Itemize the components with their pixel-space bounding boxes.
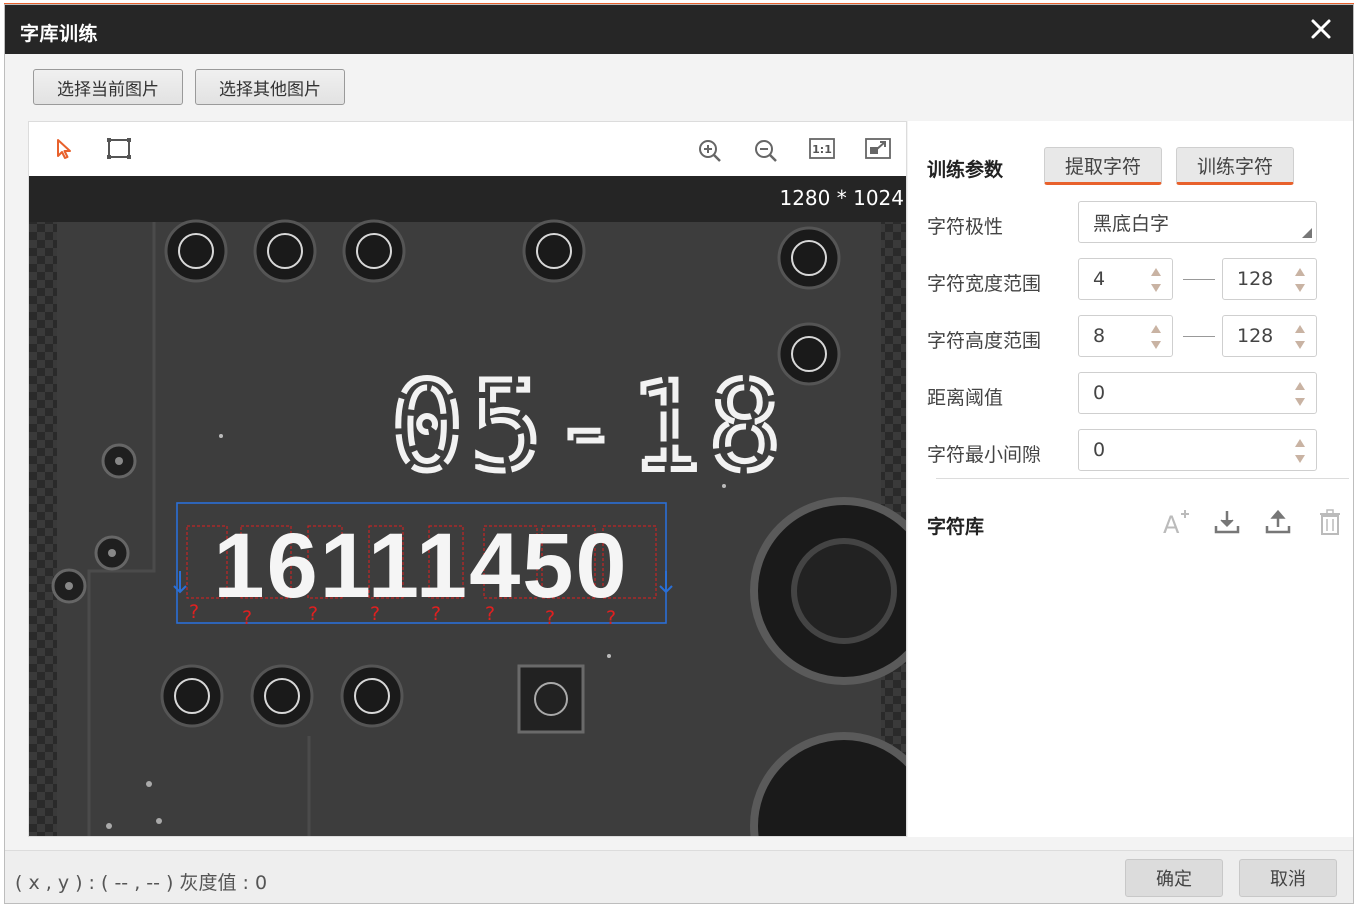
unknown-mark: ?: [545, 607, 555, 629]
train-chars-button[interactable]: 训练字符: [1176, 147, 1294, 185]
min-gap-label: 字符最小间隙: [927, 444, 1042, 466]
unknown-mark: ?: [485, 603, 495, 625]
distance-threshold-stepper[interactable]: 0: [1078, 372, 1317, 414]
zoom-out-button[interactable]: [752, 137, 780, 165]
min-gap-value: 0: [1093, 439, 1106, 461]
actual-size-button[interactable]: 1:1: [808, 135, 836, 163]
width-min-value: 4: [1093, 268, 1106, 290]
spinner-arrows-icon[interactable]: [1150, 267, 1162, 293]
export-icon: [1265, 509, 1291, 534]
select-current-image-button[interactable]: 选择当前图片: [33, 69, 183, 105]
fit-window-icon: [865, 138, 891, 159]
height-min-value: 8: [1093, 325, 1106, 347]
unknown-mark: ?: [308, 603, 318, 625]
title-bar: 字库训练: [5, 5, 1353, 54]
distance-threshold-value: 0: [1093, 382, 1106, 404]
spinner-arrows-icon[interactable]: [1150, 324, 1162, 350]
width-max-value: 128: [1237, 268, 1274, 290]
svg-text:A: A: [1163, 511, 1180, 537]
window-title: 字库训练: [20, 23, 99, 45]
printed-text-top: 05-18: [390, 356, 787, 498]
arrow-select-icon: [57, 139, 71, 159]
min-gap-stepper[interactable]: 0: [1078, 429, 1317, 471]
status-bar: ( x , y ) : ( -- , -- ) 灰度值 : 0 确定 取消: [5, 850, 1353, 903]
delete-icon: [1320, 509, 1340, 535]
distance-threshold-label: 距离阈值: [927, 387, 1004, 409]
unknown-mark: ?: [431, 603, 441, 625]
dropdown-corner-icon: [1302, 228, 1312, 238]
arrow-select-tool[interactable]: [51, 135, 79, 163]
polarity-select[interactable]: 黑底白字: [1078, 201, 1317, 243]
extract-chars-button[interactable]: 提取字符: [1044, 147, 1162, 185]
width-min-stepper[interactable]: 4: [1078, 258, 1173, 300]
add-char-icon: A: [1163, 510, 1189, 539]
confirm-button[interactable]: 确定: [1125, 859, 1223, 897]
spinner-arrows-icon[interactable]: [1294, 267, 1306, 293]
height-max-value: 128: [1237, 325, 1274, 347]
import-button[interactable]: [1212, 507, 1242, 537]
polarity-value: 黑底白字: [1093, 212, 1170, 235]
height-max-stepper[interactable]: 128: [1222, 315, 1317, 357]
section-divider: [936, 478, 1349, 479]
font-training-dialog: 字库训练 选择当前图片 选择其他图片 1:1 05-18 16111450 ? …: [4, 4, 1354, 904]
spinner-arrows-icon[interactable]: [1294, 324, 1306, 350]
delete-button[interactable]: [1315, 507, 1345, 537]
printed-text-bottom: 16111450: [213, 515, 628, 617]
train-params-title: 训练参数: [927, 159, 1004, 181]
close-icon: [1311, 19, 1331, 39]
parameter-panel: 训练参数 提取字符 训练字符 字符极性 黑底白字 字符宽度范围 4 128 字符…: [908, 121, 1353, 837]
fit-window-button[interactable]: [864, 135, 892, 163]
image-view[interactable]: 05-18 16111450 ? ? ? ? ? ? ? ? 1280 * 10…: [29, 176, 906, 836]
height-min-stepper[interactable]: 8: [1078, 315, 1173, 357]
rect-roi-icon: [107, 138, 131, 159]
cursor-info: ( x , y ) : ( -- , -- ) 灰度值 : 0: [15, 872, 268, 894]
range-dash: [1183, 279, 1215, 280]
image-toolbar: 1:1: [29, 122, 906, 176]
polarity-label: 字符极性: [927, 216, 1004, 238]
width-range-label: 字符宽度范围: [927, 273, 1042, 295]
add-char-button[interactable]: A: [1161, 507, 1191, 539]
close-button[interactable]: [1307, 15, 1335, 43]
actual-size-icon: 1:1: [809, 138, 835, 159]
spinner-arrows-icon[interactable]: [1294, 438, 1306, 464]
height-range-label: 字符高度范围: [927, 330, 1042, 352]
export-button[interactable]: [1263, 507, 1293, 537]
unknown-mark: ?: [370, 603, 380, 625]
image-resolution-label: 1280 * 1024: [779, 186, 904, 210]
unknown-mark: ?: [242, 607, 252, 629]
image-canvas-panel: 1:1 05-18 16111450 ? ? ? ? ? ? ? ? 1280 …: [28, 121, 907, 837]
unknown-mark: ?: [606, 607, 616, 629]
width-max-stepper[interactable]: 128: [1222, 258, 1317, 300]
spinner-arrows-icon[interactable]: [1294, 381, 1306, 407]
select-other-image-button[interactable]: 选择其他图片: [195, 69, 345, 105]
zoom-in-button[interactable]: [696, 137, 724, 165]
unknown-mark: ?: [189, 601, 199, 623]
rect-roi-tool[interactable]: [105, 135, 133, 163]
cancel-button[interactable]: 取消: [1239, 859, 1337, 897]
char-library-title: 字符库: [927, 516, 985, 538]
range-dash: [1183, 336, 1215, 337]
zoom-out-icon: [755, 140, 777, 162]
actual-size-text: 1:1: [812, 143, 832, 156]
import-icon: [1214, 511, 1240, 534]
zoom-in-icon: [699, 140, 721, 162]
pcb-image: 05-18 16111450 ? ? ? ? ? ? ? ?: [29, 176, 906, 836]
